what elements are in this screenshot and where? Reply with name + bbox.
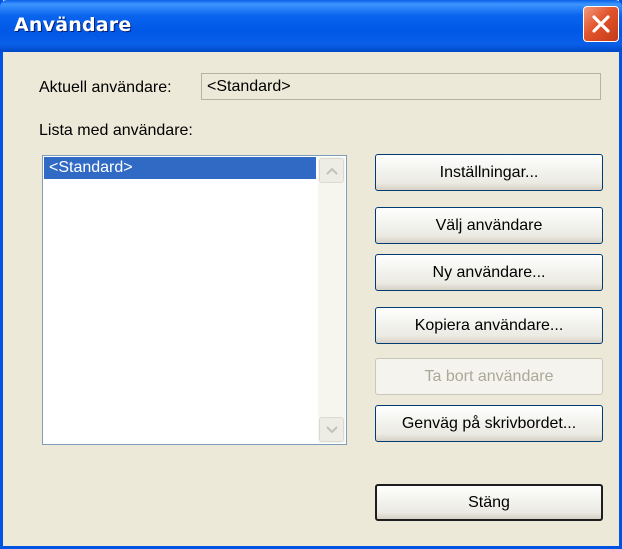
desktop-shortcut-button[interactable]: Genväg på skrivbordet... <box>375 405 603 442</box>
settings-button[interactable]: Inställningar... <box>375 154 603 191</box>
user-listbox[interactable]: <Standard> <box>42 155 347 445</box>
window-title: Användare <box>14 14 132 36</box>
new-user-button[interactable]: Ny användare... <box>375 254 603 291</box>
copy-user-button[interactable]: Kopiera användare... <box>375 307 603 344</box>
users-dialog: Användare Aktuell användare: <Standard> … <box>0 0 622 549</box>
current-user-label: Aktuell användare: <box>39 79 172 96</box>
vertical-scrollbar[interactable] <box>318 157 345 443</box>
select-user-button[interactable]: Välj användare <box>375 207 603 244</box>
delete-user-button[interactable]: Ta bort användare <box>375 358 603 395</box>
user-list-label: Lista med användare: <box>39 122 193 139</box>
close-window-button[interactable] <box>583 6 619 42</box>
scroll-down-button[interactable] <box>319 417 344 442</box>
list-item-standard[interactable]: <Standard> <box>44 157 316 179</box>
current-user-field: <Standard> <box>201 73 601 100</box>
scroll-up-button[interactable] <box>319 158 344 183</box>
title-bar[interactable]: Användare <box>0 0 622 52</box>
close-button[interactable]: Stäng <box>375 484 603 521</box>
